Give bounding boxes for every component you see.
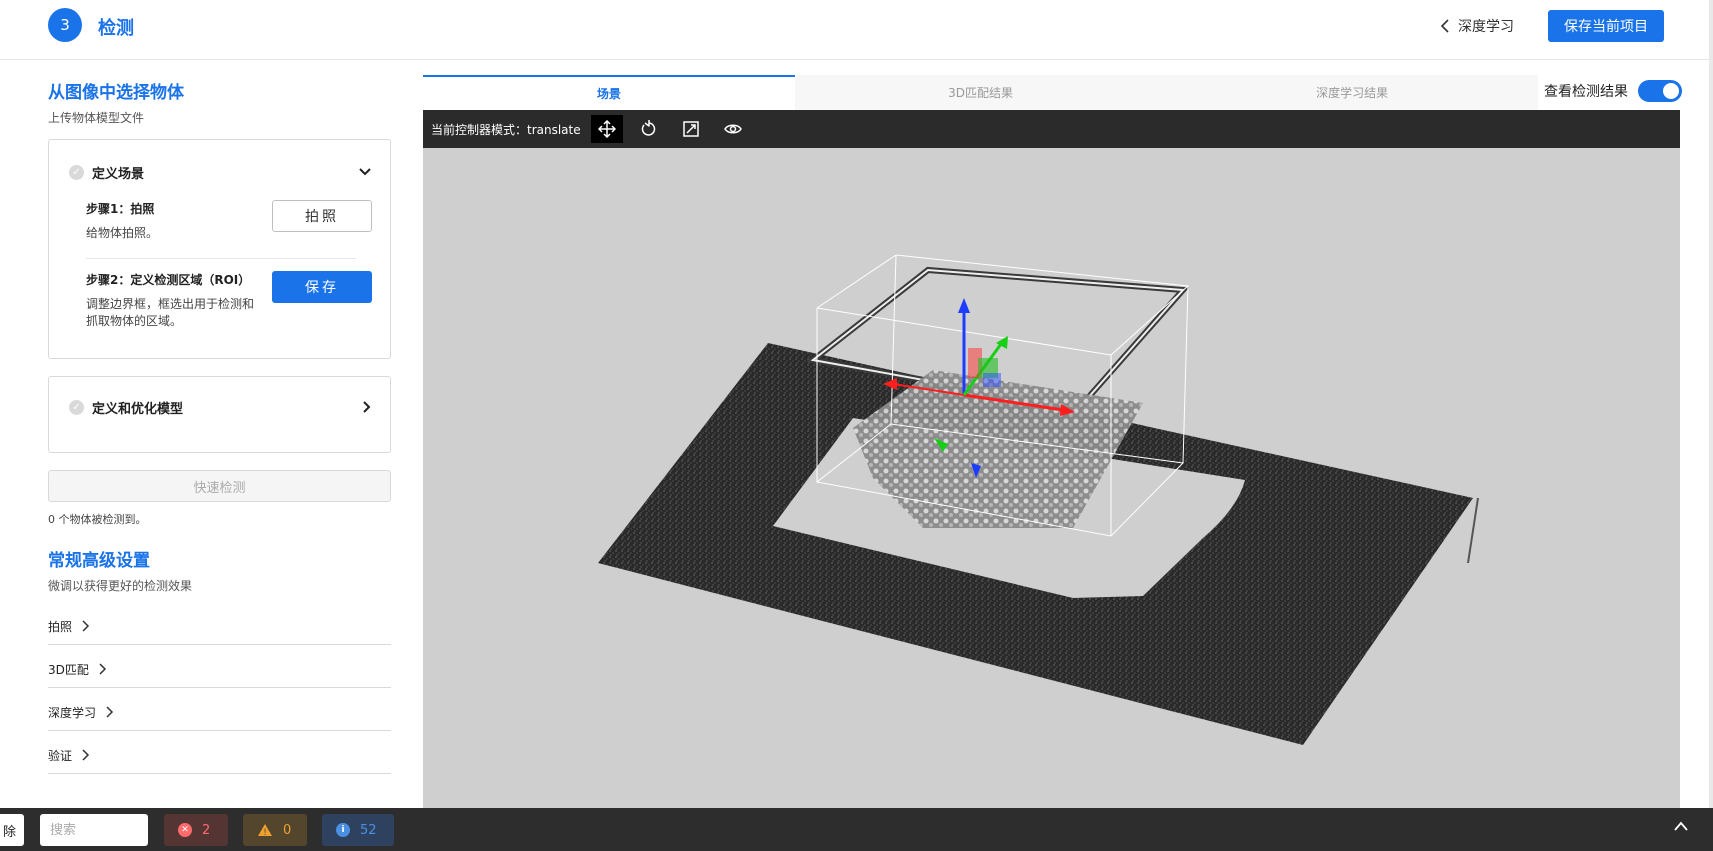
define-model-title: 定义和优化模型 xyxy=(92,401,184,417)
page-scrollbar[interactable] xyxy=(1709,0,1713,851)
warning-icon: ! xyxy=(258,824,272,837)
step1-row: 步骤1：拍照 给物体拍照。 拍照 xyxy=(86,200,372,242)
view-results-toggle-group: 查看检测结果 xyxy=(1544,80,1682,102)
advanced-item-label: 拍照 xyxy=(48,619,73,634)
tab-3d-match-results[interactable]: 3D匹配结果 xyxy=(795,75,1167,110)
step2-name: 步骤2：定义检测区域（ROI） xyxy=(86,273,251,287)
step1-name: 步骤1：拍照 xyxy=(86,202,155,216)
take-photo-button[interactable]: 拍照 xyxy=(272,200,372,232)
chevron-right-icon xyxy=(82,749,90,761)
advanced-item-label: 3D匹配 xyxy=(48,662,89,677)
define-scene-title: 定义场景 xyxy=(92,166,145,182)
view-tabs: 场景 3D匹配结果 深度学习结果 xyxy=(423,75,1538,110)
advanced-item-label: 深度学习 xyxy=(48,705,97,720)
rotate-icon xyxy=(641,120,655,136)
tab-scene[interactable]: 场景 xyxy=(423,75,795,110)
define-scene-header[interactable]: ✓ 定义场景 xyxy=(69,160,372,184)
check-icon: ✓ xyxy=(69,164,84,180)
top-header: 3 检测 深度学习 保存当前项目 xyxy=(0,0,1713,60)
step2-row: 步骤2：定义检测区域（ROI） 调整边界框，框选出用于检测和抓取物体的区域。 保… xyxy=(86,271,372,330)
step-number-badge: 3 xyxy=(48,8,82,42)
move-tool-button[interactable] xyxy=(590,115,623,143)
scale-tool-button[interactable] xyxy=(675,115,707,143)
detected-count-text: 0 个物体被检测到。 xyxy=(48,513,147,526)
view-results-toggle[interactable] xyxy=(1638,80,1682,102)
select-object-subtitle: 上传物体模型文件 xyxy=(48,111,145,125)
define-model-card: ✓ 定义和优化模型 xyxy=(48,376,391,453)
3d-viewport[interactable] xyxy=(423,148,1680,808)
chevron-right-icon[interactable] xyxy=(362,400,372,414)
eye-icon xyxy=(723,124,742,134)
info-icon: i xyxy=(336,823,350,837)
controller-mode-label: 当前控制器模式：translate xyxy=(431,122,581,137)
advanced-item-photo[interactable]: 拍照 xyxy=(48,602,391,645)
quick-detect-button[interactable]: 快速检测 xyxy=(48,470,391,502)
advanced-settings-subtitle: 微调以获得更好的检测效果 xyxy=(48,579,193,593)
view-results-label: 查看检测结果 xyxy=(1544,84,1628,100)
chevron-right-icon xyxy=(106,706,114,718)
check-icon: ✓ xyxy=(69,399,84,415)
advanced-item-label: 验证 xyxy=(48,748,73,763)
chevron-left-icon xyxy=(1440,19,1449,33)
chevron-right-icon xyxy=(82,620,90,632)
step-divider xyxy=(86,258,356,259)
advanced-settings-title: 常规高级设置 xyxy=(48,551,150,571)
page-title: 检测 xyxy=(98,18,134,39)
clear-log-button[interactable]: 除 xyxy=(0,814,24,846)
info-filter-button[interactable]: i 52 xyxy=(322,814,394,846)
error-count: 2 xyxy=(202,822,211,838)
select-object-title: 从图像中选择物体 xyxy=(48,83,184,103)
tab-deep-learning-results[interactable]: 深度学习结果 xyxy=(1166,75,1538,110)
advanced-item-validation[interactable]: 验证 xyxy=(48,731,391,774)
svg-text:!: ! xyxy=(263,828,267,837)
rotate-tool-button[interactable] xyxy=(633,115,665,143)
back-to-deep-learning-link[interactable]: 深度学习 xyxy=(1440,16,1514,36)
viewport-toolbar: 当前控制器模式：translate xyxy=(423,110,1680,148)
chevron-right-icon xyxy=(99,663,106,675)
error-icon: ✕ xyxy=(178,823,192,837)
save-roi-button[interactable]: 保存 xyxy=(272,271,372,303)
advanced-item-deep-learning[interactable]: 深度学习 xyxy=(48,688,391,731)
move-icon xyxy=(597,120,616,138)
define-scene-card: ✓ 定义场景 步骤1：拍照 给物体拍照。 拍照 步骤2：定义检测区域（ROI） … xyxy=(48,139,391,359)
info-count: 52 xyxy=(360,822,377,838)
bottom-status-bar: 除 ✕ 2 ! 0 i 52 xyxy=(0,808,1713,851)
right-pole xyxy=(1467,497,1479,564)
step1-desc: 给物体拍照。 xyxy=(86,226,159,240)
error-filter-button[interactable]: ✕ 2 xyxy=(164,814,228,846)
back-link-label: 深度学习 xyxy=(1458,19,1514,35)
save-project-button[interactable]: 保存当前项目 xyxy=(1548,10,1664,42)
chevron-up-icon[interactable] xyxy=(1673,820,1689,832)
point-cloud-scene[interactable] xyxy=(423,148,1680,808)
warning-filter-button[interactable]: ! 0 xyxy=(243,814,307,846)
step2-desc: 调整边界框，框选出用于检测和抓取物体的区域。 xyxy=(86,297,255,328)
left-panel: 从图像中选择物体 上传物体模型文件 ✓ 定义场景 步骤1：拍照 给物体拍照。 拍… xyxy=(48,60,391,774)
advanced-item-3d-match[interactable]: 3D匹配 xyxy=(48,645,391,688)
chevron-down-icon[interactable] xyxy=(358,167,372,177)
scale-icon xyxy=(682,121,699,137)
define-model-header[interactable]: ✓ 定义和优化模型 xyxy=(69,395,372,419)
visibility-tool-button[interactable] xyxy=(717,115,749,143)
log-search-input[interactable] xyxy=(40,814,148,846)
warning-count: 0 xyxy=(283,822,292,838)
